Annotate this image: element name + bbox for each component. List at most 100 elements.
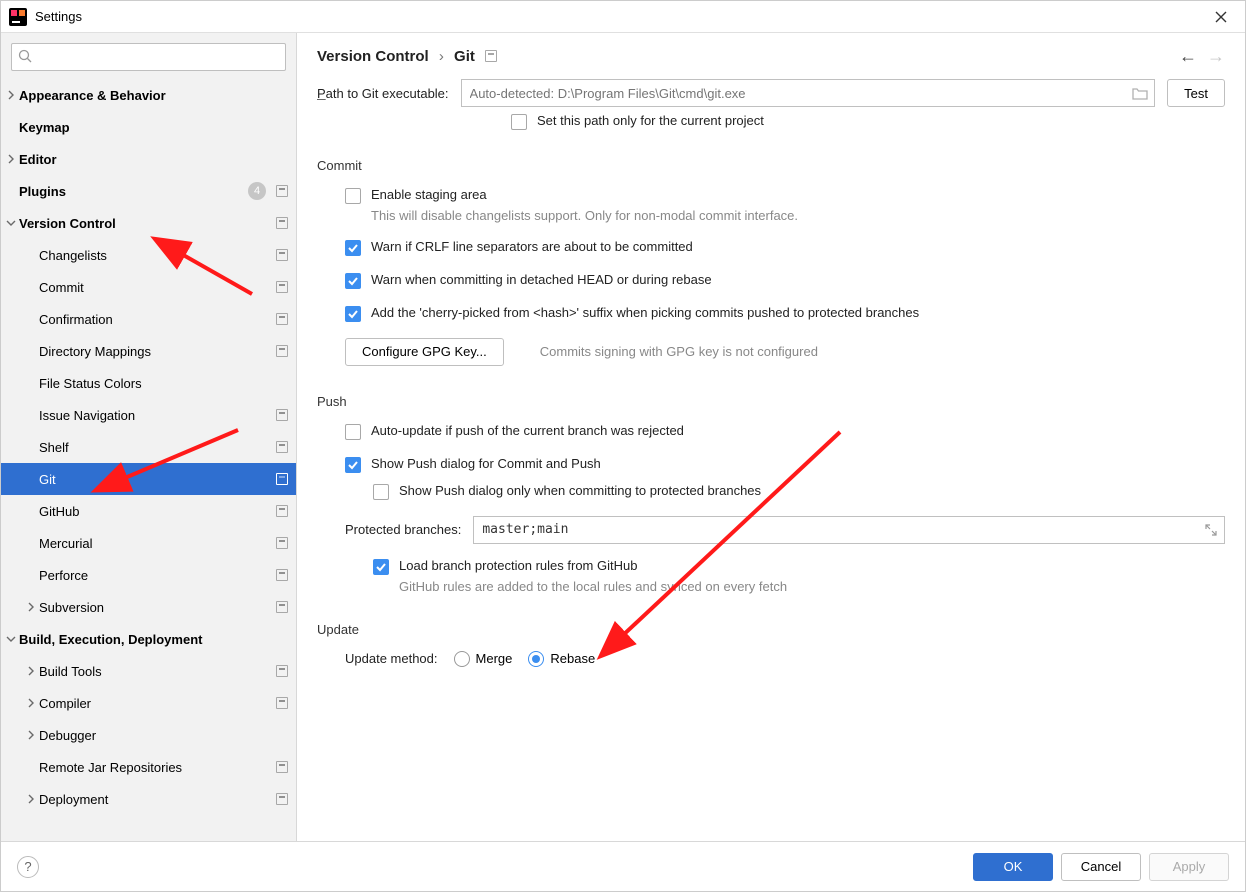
tree-item-label: Build Tools (39, 664, 272, 679)
staging-row: Enable staging area This will disable ch… (345, 187, 1225, 223)
gpg-button[interactable]: Configure GPG Key... (345, 338, 504, 366)
tree-item-remote-jar-repositories[interactable]: Remote Jar Repositories (1, 751, 296, 783)
search-field[interactable] (11, 43, 286, 71)
tree-item-issue-navigation[interactable]: Issue Navigation (1, 399, 296, 431)
tree-item-debugger[interactable]: Debugger (1, 719, 296, 751)
close-button[interactable] (1205, 1, 1237, 33)
update-count-badge: 4 (248, 182, 266, 200)
tree-item-editor[interactable]: Editor (1, 143, 296, 175)
tree-item-label: Confirmation (39, 312, 272, 327)
auto-update-checkbox[interactable] (345, 424, 361, 440)
chevron-down-icon (3, 634, 19, 644)
tree-item-label: Keymap (19, 120, 288, 135)
cancel-button[interactable]: Cancel (1061, 853, 1141, 881)
auto-update-label: Auto-update if push of the current branc… (371, 423, 684, 440)
sidebar: Appearance & Behavior Keymap EditorPlugins… (1, 33, 297, 841)
project-scope-icon (276, 409, 288, 421)
tree-item-directory-mappings[interactable]: Directory Mappings (1, 335, 296, 367)
project-scope-icon (276, 697, 288, 709)
project-scope-icon (276, 569, 288, 581)
tree-item-commit[interactable]: Commit (1, 271, 296, 303)
tree-item-label: Mercurial (39, 536, 272, 551)
expand-icon[interactable] (1198, 524, 1224, 536)
tree-item-build-tools[interactable]: Build Tools (1, 655, 296, 687)
gpg-row: Configure GPG Key... Commits signing wit… (345, 338, 1225, 366)
rebase-label: Rebase (550, 651, 595, 666)
tree-item-label: Issue Navigation (39, 408, 272, 423)
warn-detached-label: Warn when committing in detached HEAD or… (371, 272, 712, 289)
chevron-right-icon (3, 154, 19, 164)
ok-button[interactable]: OK (973, 853, 1053, 881)
tree-item-deployment[interactable]: Deployment (1, 783, 296, 815)
project-only-checkbox[interactable] (511, 114, 527, 130)
tree-item-version-control[interactable]: Version Control (1, 207, 296, 239)
tree-item-mercurial[interactable]: Mercurial (1, 527, 296, 559)
update-method-label: Update method: (345, 651, 438, 666)
protected-branches-input[interactable] (474, 517, 1198, 543)
tree-item-confirmation[interactable]: Confirmation (1, 303, 296, 335)
warn-crlf-checkbox[interactable] (345, 240, 361, 256)
show-push-protected-label: Show Push dialog only when committing to… (399, 483, 761, 500)
merge-radio[interactable] (454, 651, 470, 667)
tree-item-label: Version Control (19, 216, 272, 231)
search-input[interactable] (11, 43, 286, 71)
chevron-right-icon (23, 666, 39, 676)
project-scope-icon (276, 441, 288, 453)
settings-tree[interactable]: Appearance & Behavior Keymap EditorPlugins… (1, 79, 296, 841)
test-button[interactable]: Test (1167, 79, 1225, 107)
help-button[interactable]: ? (17, 856, 39, 878)
tree-item-subversion[interactable]: Subversion (1, 591, 296, 623)
tree-item-perforce[interactable]: Perforce (1, 559, 296, 591)
project-scope-icon (485, 50, 497, 62)
staging-label: Enable staging area (371, 187, 798, 204)
protected-branches-row: Protected branches: (345, 516, 1225, 544)
show-push-protected-checkbox[interactable] (373, 484, 389, 500)
breadcrumb-current: Git (454, 48, 475, 65)
settings-window: Settings Appearance & Behavior Keymap Edit… (0, 0, 1246, 892)
merge-option[interactable]: Merge (454, 651, 513, 667)
load-github-row: Load branch protection rules from GitHub… (373, 558, 1225, 594)
body: Appearance & Behavior Keymap EditorPlugins… (1, 33, 1245, 841)
tree-item-build-execution-deployment[interactable]: Build, Execution, Deployment (1, 623, 296, 655)
load-github-checkbox[interactable] (373, 559, 389, 575)
titlebar: Settings (1, 1, 1245, 33)
project-scope-icon (276, 217, 288, 229)
tree-item-git[interactable]: Git (1, 463, 296, 495)
tree-item-shelf[interactable]: Shelf (1, 431, 296, 463)
protected-branches-input-wrap (473, 516, 1225, 544)
cherry-pick-checkbox[interactable] (345, 306, 361, 322)
show-push-protected-row: Show Push dialog only when committing to… (373, 483, 1225, 500)
tree-item-compiler[interactable]: Compiler (1, 687, 296, 719)
show-push-checkbox[interactable] (345, 457, 361, 473)
rebase-option[interactable]: Rebase (528, 651, 595, 667)
tree-item-keymap[interactable]: Keymap (1, 111, 296, 143)
browse-folder-icon[interactable] (1126, 86, 1154, 100)
breadcrumb-parent[interactable]: Version Control (317, 48, 429, 65)
rebase-radio[interactable] (528, 651, 544, 667)
breadcrumb-separator: › (439, 48, 444, 65)
project-scope-icon (276, 665, 288, 677)
breadcrumb: Version Control › Git (317, 48, 497, 65)
tree-item-plugins[interactable]: Plugins4 (1, 175, 296, 207)
tree-item-label: Git (39, 472, 272, 487)
cherry-pick-row: Add the 'cherry-picked from <hash>' suff… (345, 305, 1225, 322)
tree-item-appearance-behavior[interactable]: Appearance & Behavior (1, 79, 296, 111)
git-path-input[interactable] (462, 80, 1127, 106)
git-path-label: Path to Git executable: (317, 86, 449, 101)
project-scope-icon (276, 505, 288, 517)
apply-button[interactable]: Apply (1149, 853, 1229, 881)
project-scope-icon (276, 185, 288, 197)
nav-back-icon[interactable]: ← (1179, 46, 1197, 67)
nav-forward-icon: → (1207, 46, 1225, 67)
warn-detached-checkbox[interactable] (345, 273, 361, 289)
project-scope-icon (276, 473, 288, 485)
tree-item-label: File Status Colors (39, 376, 288, 391)
project-scope-icon (276, 313, 288, 325)
tree-item-label: Commit (39, 280, 272, 295)
gpg-hint: Commits signing with GPG key is not conf… (540, 344, 818, 359)
tree-item-changelists[interactable]: Changelists (1, 239, 296, 271)
tree-item-github[interactable]: GitHub (1, 495, 296, 527)
tree-item-file-status-colors[interactable]: File Status Colors (1, 367, 296, 399)
staging-checkbox[interactable] (345, 188, 361, 204)
tree-item-label: Remote Jar Repositories (39, 760, 272, 775)
